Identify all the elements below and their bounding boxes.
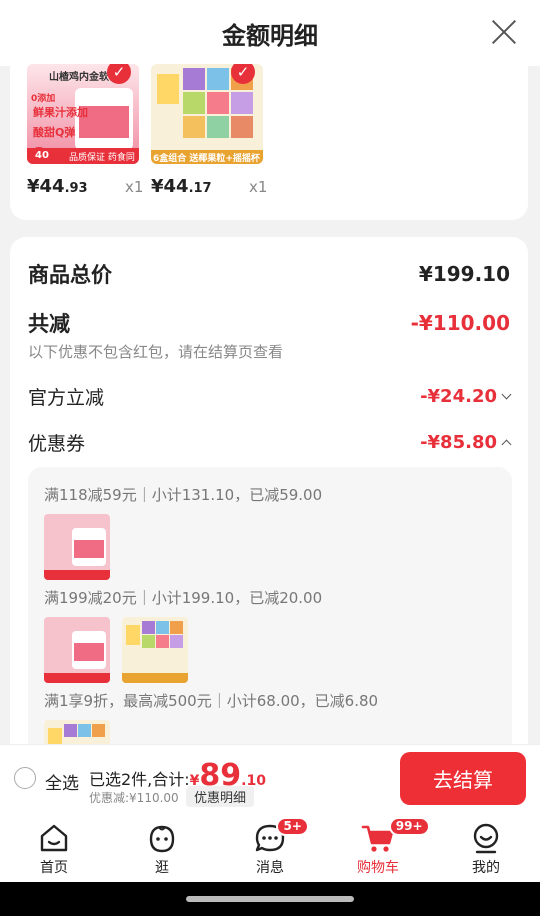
system-nav-bar [0, 882, 540, 916]
product-2-image-tag: 6盒组合 送椰果粒+摇摇杯 [153, 154, 260, 164]
modal-title: 金额明细 [222, 21, 318, 50]
discount-value: -¥110.00 [410, 311, 510, 335]
product-2-price-dec: .17 [188, 181, 212, 196]
close-icon[interactable] [490, 18, 518, 46]
official-discount-label: 官方立减 [28, 387, 105, 409]
chevron-up-icon [501, 439, 512, 450]
discount-label: 共减 [28, 312, 70, 336]
discount-row: 共减 -¥110.00 [28, 308, 510, 338]
discount-detail-button[interactable]: 优惠明细 [186, 786, 255, 807]
select-all-radio[interactable] [14, 767, 36, 789]
coupon-detail-panel: 满118减59元｜小计131.10，已减59.00 满199减20元｜小计199… [28, 467, 512, 777]
tab-home[interactable]: 首页 [0, 814, 108, 882]
discount-note: 以下优惠不包含红包，请在结算页查看 [28, 343, 284, 361]
bottom-tab-bar: 首页 逛 消息 5+ 购物车 99+ 我的 [0, 814, 540, 882]
product-2-qty: x1 [249, 178, 268, 196]
profile-icon [473, 823, 499, 854]
checkout-button[interactable]: 去结算 [400, 752, 526, 805]
tab-messages[interactable]: 消息 5+ [216, 814, 324, 882]
home-icon [40, 824, 68, 852]
tab-messages-label: 消息 [256, 860, 284, 876]
product-1-image-line1: 0添加 [31, 94, 56, 104]
cart-badge: 99+ [388, 817, 430, 836]
checkout-bar: 全选 已选2件,合计: ¥ 89 .10 优惠减:¥110.00 优惠明细 去结… [0, 744, 540, 814]
product-1-qty: x1 [125, 178, 144, 196]
coupon-1-product-thumb [44, 514, 110, 580]
product-1-image-line3: 酸甜Q弹 [33, 126, 76, 139]
tab-profile-label: 我的 [472, 860, 500, 876]
chevron-down-icon [501, 389, 512, 400]
home-indicator[interactable] [186, 896, 354, 902]
total-label: 商品总价 [28, 263, 112, 287]
tab-browse-label: 逛 [155, 860, 169, 876]
official-discount-row[interactable]: 官方立减 -¥24.20 [28, 383, 512, 410]
select-all-label[interactable]: 全选 [45, 769, 79, 794]
coupon-2-product-picture-1 [44, 617, 110, 683]
tab-home-label: 首页 [40, 860, 68, 876]
product-1-image-line2: 鲜果汁添加 [33, 106, 88, 119]
selected-text: 已选2件,合计: [89, 770, 190, 789]
official-discount-value: -¥24.20 [420, 386, 497, 407]
coupon-row[interactable]: 优惠券 -¥85.80 [28, 429, 512, 456]
coupon-2-product-thumb-2 [122, 617, 188, 683]
coupon-value: -¥85.80 [420, 432, 497, 453]
product-image-2[interactable]: 6盒组合 送椰果粒+摇摇杯 ✓ [151, 64, 263, 164]
official-discount-amount: -¥24.20 [420, 386, 512, 407]
product-2-price: ¥44.17 [151, 176, 212, 197]
coupon-line-2: 满199减20元｜小计199.10，已减20.00 [44, 589, 323, 607]
browse-icon [149, 825, 175, 853]
product-1-image-num: 40 [35, 150, 49, 161]
message-badge: 5+ [276, 817, 309, 836]
product-1-price-int: ¥44 [27, 176, 65, 197]
product-1-image-tag: 品质保证 药食同源 [69, 153, 135, 163]
coupon-1-product-picture [44, 514, 110, 580]
coupon-line-3: 满1享9折，最高减500元｜小计68.00，已减6.80 [44, 692, 379, 710]
product-1-price-dec: .93 [64, 181, 88, 196]
product-image-1[interactable]: 山楂鸡内金软糖 0添加 鲜果汁添加 酸甜Q弹 40 品质保证 药食同源 ✓ [27, 64, 139, 164]
coupon-label: 优惠券 [28, 433, 86, 455]
coupon-2-product-picture-2 [122, 617, 188, 683]
product-2-price-int: ¥44 [151, 176, 189, 197]
coupon-amount: -¥85.80 [420, 432, 512, 453]
tab-cart[interactable]: 购物车 99+ [324, 814, 432, 882]
coupon-line-1: 满118减59元｜小计131.10，已减59.00 [44, 486, 323, 504]
selected-products-card: 山楂鸡内金软糖 0添加 鲜果汁添加 酸甜Q弹 40 品质保证 药食同源 ✓ 6盒… [10, 64, 528, 220]
tab-browse[interactable]: 逛 [108, 814, 216, 882]
price-breakdown-card: 商品总价 ¥199.10 共减 -¥110.00 以下优惠不包含红包，请在结算页… [10, 237, 528, 777]
total-row: 商品总价 ¥199.10 [28, 259, 510, 289]
tab-profile[interactable]: 我的 [432, 814, 540, 882]
product-1-price: ¥44.93 [27, 176, 88, 197]
coupon-2-product-thumb-1 [44, 617, 110, 683]
saved-amount: 优惠减:¥110.00 [89, 791, 179, 805]
modal-header: 金额明细 [0, 0, 540, 66]
total-value: ¥199.10 [418, 262, 510, 286]
tab-cart-label: 购物车 [357, 860, 399, 876]
